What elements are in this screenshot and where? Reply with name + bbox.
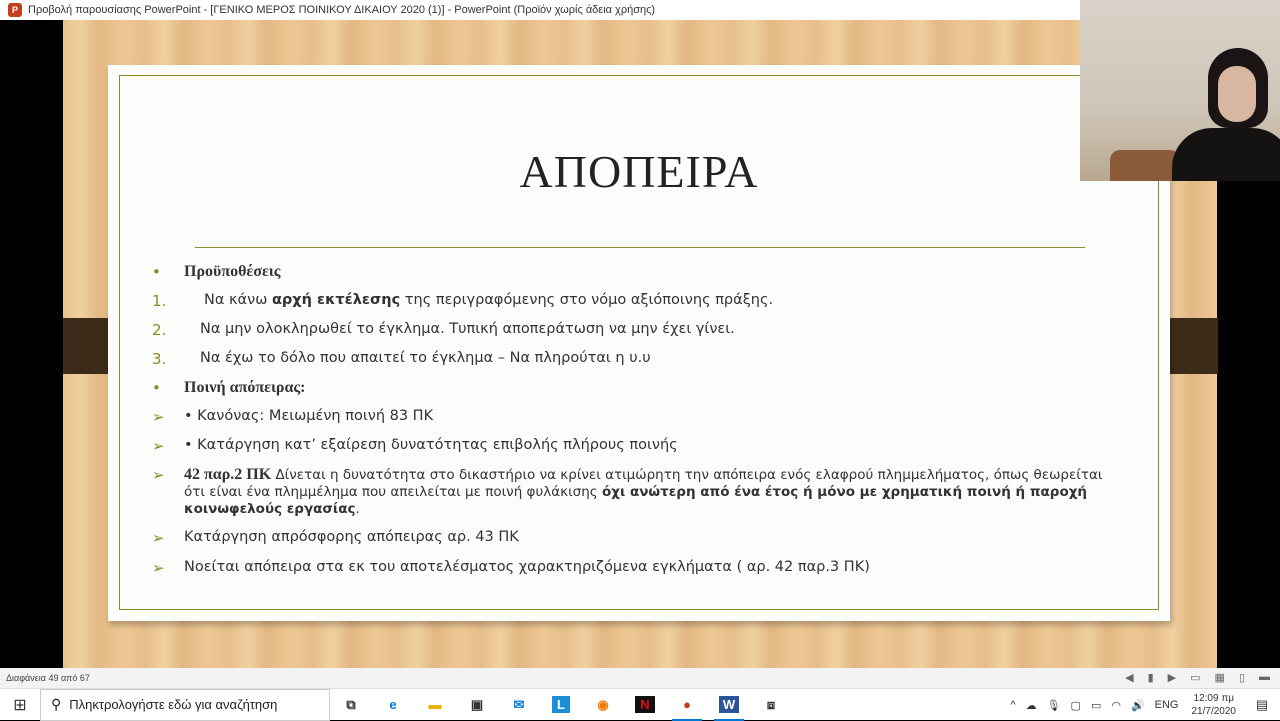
slideshow-view-icon[interactable]: ▬ [1259,671,1270,684]
previous-slide-icon[interactable]: ◀ [1125,671,1133,684]
windows-taskbar: ⊞ ⚲ Πληκτρολογήστε εδώ για αναζήτηση ⧉ e… [0,688,1280,721]
number-marker: 2. [152,321,167,339]
language-indicator[interactable]: ENG [1155,699,1179,711]
text-run: της περιγραφόμενης στο νόμο αξιόποινης π… [400,292,774,308]
text-run: . [355,501,360,517]
mail-icon[interactable]: ✉ [498,689,540,721]
reading-view-icon[interactable]: ▯ [1239,671,1245,684]
edge-icon[interactable]: e [372,689,414,721]
slide-menu-icon[interactable]: ▮ [1148,671,1154,684]
word-taskbar-icon[interactable]: W [708,689,750,721]
orange-app-icon[interactable]: ◉ [582,689,624,721]
list-item-text: Να έχω το δόλο που απαιτεί το έγκλημα – … [200,350,651,366]
netflix-icon[interactable]: N [624,689,666,721]
text-run-bold: 42 παρ.2 ΠΚ [184,466,272,483]
slide-sorter-icon[interactable]: ▦ [1215,671,1225,684]
taskbar-search[interactable]: ⚲ Πληκτρολογήστε εδώ για αναζήτηση [40,688,330,721]
powerpoint-taskbar-icon[interactable]: ● [666,689,708,721]
network-icon[interactable]: ◠ [1111,699,1121,712]
l-app-icon[interactable]: L [540,689,582,721]
volume-icon[interactable]: 🔊 [1131,699,1145,712]
statusbar-controls: ◀ ▮ ▶ ▭ ▦ ▯ ▬ [1125,671,1270,684]
arrow-marker: ➢ [152,529,165,547]
list-item-text: 42 παρ.2 ΠΚ Δίνεται η δυνατότητα στο δικ… [184,466,1124,518]
bullet-marker: • [152,263,161,281]
list-item-text: Ποινή απόπειρας: [184,379,306,396]
powerpoint-icon: P [8,3,22,17]
arrow-marker: ➢ [152,437,165,455]
next-slide-icon[interactable]: ▶ [1168,671,1176,684]
text-run: Να κάνω [204,292,272,308]
normal-view-icon[interactable]: ▭ [1190,671,1200,684]
list-item-text: Προϋποθέσεις [184,263,281,280]
list-item-text: • Κανόνας: Μειωμένη ποινή 83 ΠΚ [184,408,434,424]
slide[interactable]: ΑΠΟΠΕΙΡΑ • Προϋποθέσεις 1. Να κάνω αρχή … [108,65,1170,621]
number-marker: 1. [152,292,167,310]
clock-time: 12:09 πμ [1193,693,1234,704]
task-view-icon[interactable]: ⧉ [330,689,372,721]
number-marker: 3. [152,350,167,368]
presenter-body [1172,128,1280,181]
bullet-marker: • [152,379,161,397]
file-explorer-icon[interactable]: ▬ [414,689,456,721]
chair [1110,150,1180,181]
arrow-marker: ➢ [152,466,165,484]
monitor-icon[interactable]: ▢ [1071,699,1081,712]
notification-icon[interactable]: ▤ [1244,697,1280,713]
list-item-text: • Κατάργηση κατ’ εξαίρεση δυνατότητας επ… [184,437,678,453]
battery-icon[interactable]: ▭ [1091,699,1101,712]
slide-counter: Διαφάνεια 49 από 67 [6,673,90,683]
list-item-text: Να μην ολοκληρωθεί το έγκλημα. Τυπική απ… [200,321,735,337]
windows-start-icon[interactable]: ⊞ [0,689,40,721]
cloud-icon[interactable]: ☁ [1026,699,1037,712]
search-placeholder: Πληκτρολογήστε εδώ για αναζήτηση [69,697,278,712]
store-icon[interactable]: ▣ [456,689,498,721]
clock-date: 21/7/2020 [1191,706,1237,717]
search-icon: ⚲ [51,696,62,712]
presenter-face [1218,66,1256,122]
text-run-bold: αρχή εκτέλεσης [271,292,401,308]
arrow-marker: ➢ [152,559,165,577]
system-tray: ^ ☁ 🎙 ▢ ▭ ◠ 🔊 ENG 12:09 πμ 21/7/2020 ▤ [1005,689,1280,721]
list-item-text: Να κάνω αρχή εκτέλεσης της περιγραφόμενη… [204,292,1144,309]
title-rule [195,247,1085,248]
list-item-text: Κατάργηση απρόσφορης απόπειρας αρ. 43 ΠΚ [184,529,519,545]
microphone-icon[interactable]: 🎙 [1047,699,1061,712]
snipping-tool-icon[interactable]: ⧈ [750,689,792,721]
webcam-overlay [1080,0,1280,181]
arrow-marker: ➢ [152,408,165,426]
slide-title: ΑΠΟΠΕΙΡΑ [519,146,759,197]
list-item-text: Νοείται απόπειρα στα εκ του αποτελέσματο… [184,559,870,575]
window-title: Προβολή παρουσίασης PowerPoint - [ΓΕΝΙΚΟ… [28,4,656,16]
chevron-up-icon[interactable]: ^ [1010,699,1015,711]
clock[interactable]: 12:09 πμ 21/7/2020 [1192,692,1237,718]
slideshow-statusbar: Διαφάνεια 49 από 67 ◀ ▮ ▶ ▭ ▦ ▯ ▬ [0,668,1280,688]
